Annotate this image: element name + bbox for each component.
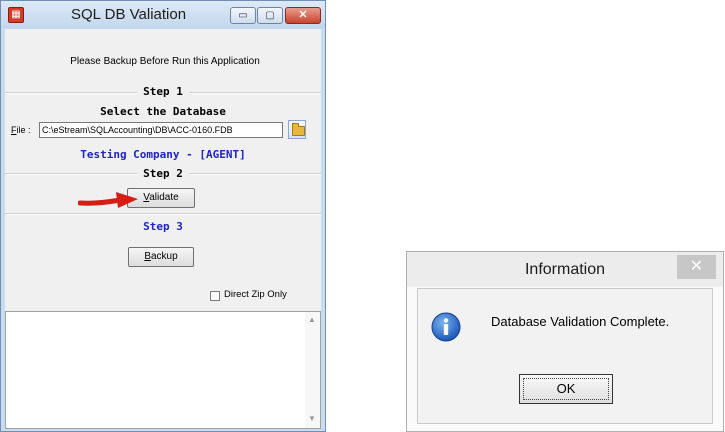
app-icon[interactable]: ▦: [8, 7, 24, 23]
info-icon: [431, 312, 461, 342]
dialog-title: Information: [524, 261, 606, 278]
maximize-button[interactable]: ▢: [257, 7, 283, 24]
direct-zip-checkbox[interactable]: [210, 291, 220, 301]
close-button[interactable]: ✕: [285, 7, 321, 24]
window-client-area: Please Backup Before Run this Applicatio…: [5, 29, 321, 429]
sql-db-validation-window: ▦ SQL DB Valiation ▭ ▢ ✕ Please Backup B…: [0, 0, 326, 432]
minimize-button[interactable]: ▭: [230, 7, 256, 24]
direct-zip-label[interactable]: Direct Zip Only: [224, 289, 287, 300]
backup-button[interactable]: Backup: [128, 247, 194, 267]
title-bar[interactable]: ▦ SQL DB Valiation ▭ ▢ ✕: [1, 1, 325, 29]
dialog-title-bar[interactable]: Information ✕: [407, 252, 723, 287]
company-name: Testing Company - [AGENT]: [80, 148, 246, 161]
step2-header: Step 2: [5, 167, 321, 180]
dialog-close-button[interactable]: ✕: [677, 255, 716, 279]
step3-header: Step 3: [143, 220, 183, 233]
select-database-title: Select the Database: [100, 105, 226, 118]
folder-icon: [292, 123, 305, 136]
step3-divider: [5, 213, 321, 215]
red-arrow-icon: [78, 192, 138, 208]
database-file-input[interactable]: [39, 122, 283, 138]
step1-header: Step 1: [5, 85, 321, 98]
dialog-message: Database Validation Complete.: [491, 314, 670, 329]
backup-notice: Please Backup Before Run this Applicatio…: [70, 56, 260, 67]
ok-focus-rect: [523, 378, 609, 400]
window-title: SQL DB Valiation: [71, 6, 187, 23]
log-scrollbar[interactable]: ▲ ▼: [305, 312, 320, 428]
scroll-down-arrow-icon[interactable]: ▼: [307, 414, 317, 423]
file-label: File :: [11, 125, 31, 135]
browse-folder-button[interactable]: [288, 120, 306, 139]
log-output-area[interactable]: ▲ ▼: [5, 311, 321, 429]
information-dialog: Information ✕ Database Validation Comple…: [406, 251, 724, 432]
scroll-up-arrow-icon[interactable]: ▲: [307, 315, 317, 324]
ok-button[interactable]: OK: [519, 374, 613, 404]
